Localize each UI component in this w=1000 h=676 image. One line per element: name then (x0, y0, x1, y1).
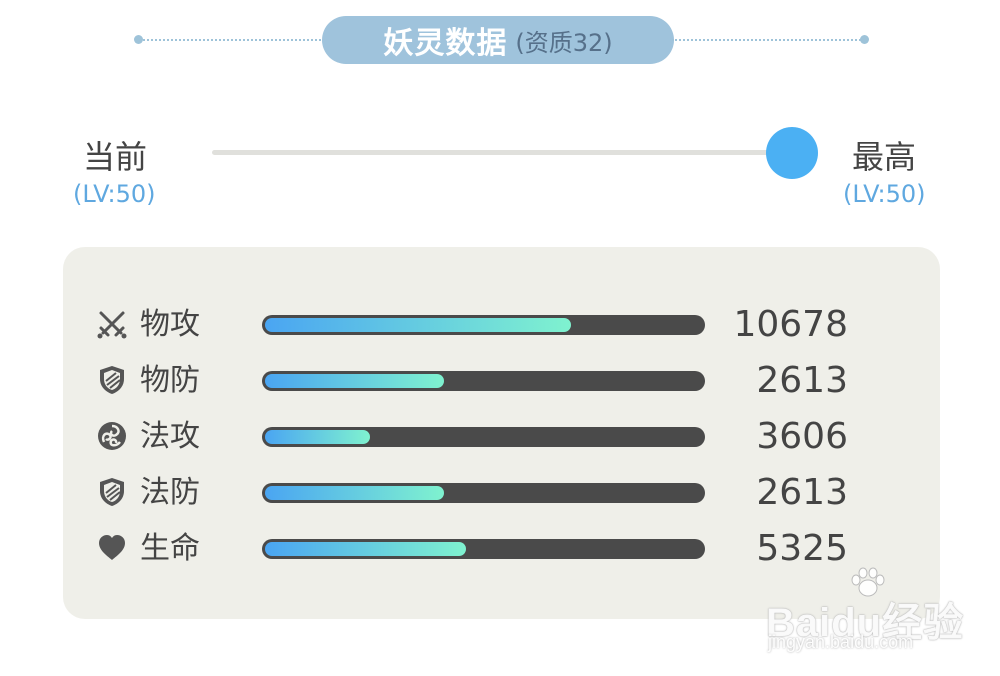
shield-icon (96, 364, 128, 396)
stat-bar (262, 539, 705, 559)
stat-bar (262, 427, 705, 447)
level-slider-thumb[interactable] (766, 127, 818, 179)
shield-icon (96, 476, 128, 508)
level-slider-track[interactable] (212, 150, 792, 155)
stat-row-magic-attack: 法攻 3606 (63, 417, 940, 457)
current-level-value: (LV:50) (73, 180, 156, 208)
stat-label: 生命 (140, 531, 200, 566)
stat-bar-fill (265, 486, 444, 500)
max-level-value: (LV:50) (843, 180, 926, 208)
stat-bar (262, 315, 705, 335)
stat-value: 2613 (756, 360, 848, 401)
stat-value: 3606 (756, 416, 848, 457)
aptitude-label: (资质32) (515, 28, 613, 57)
swirl-orb-icon (96, 420, 128, 452)
stat-label: 法防 (140, 475, 200, 510)
max-level-label: 最高 (852, 138, 917, 176)
stat-label: 物攻 (140, 307, 200, 342)
stat-row-magic-defense: 法防 2613 (63, 473, 940, 513)
baidu-watermark: Baidu经验 jingyan.baidu.com (766, 566, 966, 666)
stat-label: 法攻 (140, 419, 200, 454)
watermark-url: jingyan.baidu.com (768, 632, 914, 652)
stat-bar (262, 371, 705, 391)
stat-bar-fill (265, 374, 444, 388)
crossed-swords-icon (96, 308, 128, 340)
header-right-dot (860, 35, 869, 44)
stat-label: 物防 (140, 363, 200, 398)
stat-value: 2613 (756, 472, 848, 513)
stat-bar-fill (265, 318, 571, 332)
current-level-label: 当前 (83, 138, 148, 176)
stat-row-health: 生命 5325 (63, 529, 940, 569)
header-right-divider (672, 39, 864, 41)
page-title: 妖灵数据 (383, 26, 508, 61)
stat-row-physical-defense: 物防 2613 (63, 361, 940, 401)
stat-bar-fill (265, 430, 370, 444)
stat-value: 10678 (733, 304, 848, 345)
title-pill: 妖灵数据 (资质32) (322, 16, 674, 64)
stat-value: 5325 (756, 528, 848, 569)
stat-row-physical-attack: 物攻 10678 (63, 305, 940, 345)
stat-bar (262, 483, 705, 503)
stats-panel: 物攻 10678 物防 2613 法攻 3606 法防 2613 生命 5325 (63, 247, 940, 619)
stat-bar-fill (265, 542, 466, 556)
header-left-divider (140, 39, 328, 41)
heart-icon (96, 532, 128, 564)
